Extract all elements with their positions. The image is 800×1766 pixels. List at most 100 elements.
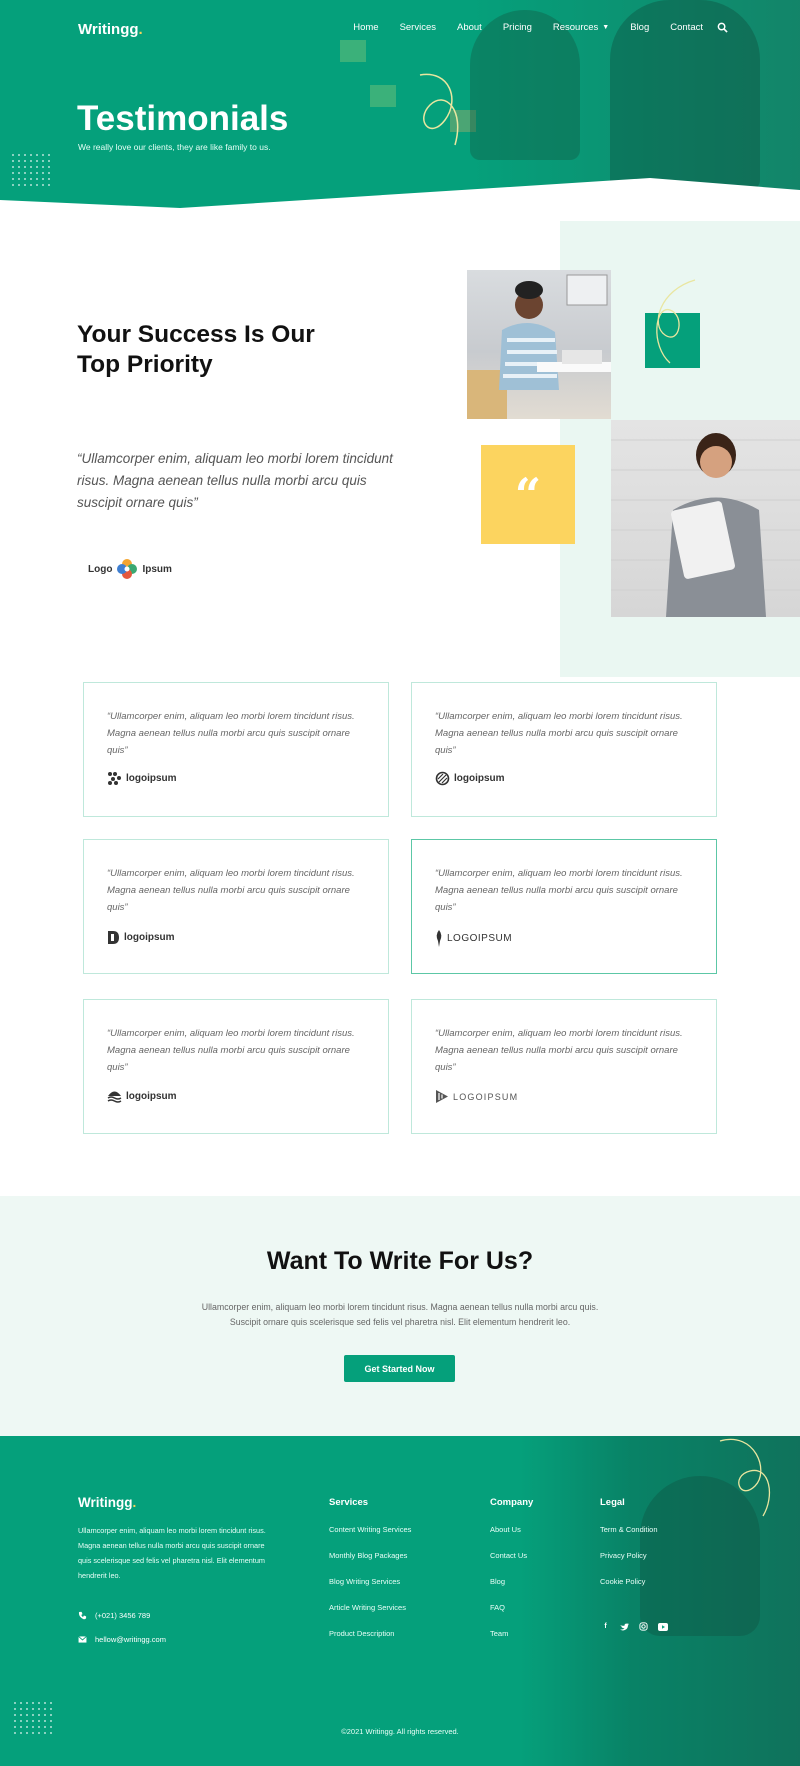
client-logo-right-text: Ipsum xyxy=(142,563,172,575)
testimonial-logo: logoipsum xyxy=(107,771,177,786)
testimonial-logo: logoipsum xyxy=(107,930,175,945)
footer-link[interactable]: Contact Us xyxy=(490,1551,533,1560)
success-heading: Your Success Is Our Top Priority xyxy=(77,320,377,380)
testimonial-logo: logoipsum xyxy=(107,1090,177,1103)
testimonial-card: “Ullamcorper enim, aliquam leo morbi lor… xyxy=(411,839,717,974)
testimonial-logo: logoipsum xyxy=(435,771,505,786)
swirl-decoration xyxy=(656,279,696,364)
testimonial-text: “Ullamcorper enim, aliquam leo morbi lor… xyxy=(107,868,355,913)
nav-blog[interactable]: Blog xyxy=(630,22,649,33)
footer-link[interactable]: Blog Writing Services xyxy=(329,1577,411,1586)
footer-description: Ullamcorper enim, aliquam leo morbi lore… xyxy=(78,1526,266,1580)
nav-services[interactable]: Services xyxy=(400,22,436,33)
footer-link[interactable]: Monthly Blog Packages xyxy=(329,1551,411,1560)
footer-phone[interactable]: (+021) 3456 789 xyxy=(78,1611,150,1620)
testimonial-logo: LOGOIPSUM xyxy=(435,930,512,947)
footer-column-title: Legal xyxy=(600,1497,625,1508)
woman-standing-illustration xyxy=(611,433,800,617)
nav-resources-label: Resources xyxy=(552,22,599,33)
instagram-icon[interactable] xyxy=(638,1621,649,1632)
logo-label: logoipsum xyxy=(454,773,505,784)
twitter-icon[interactable] xyxy=(619,1621,630,1632)
page-subtitle: We really love our clients, they are lik… xyxy=(78,142,271,152)
footer-link[interactable]: Product Description xyxy=(329,1629,411,1638)
footer-link[interactable]: About Us xyxy=(490,1525,533,1534)
cta-description: Ullamcorper enim, aliquam leo morbi lore… xyxy=(201,1302,599,1327)
logo-dot: . xyxy=(138,21,143,38)
footer-logo[interactable]: Writingg. xyxy=(78,1495,136,1510)
footer-link[interactable]: FAQ xyxy=(490,1603,533,1612)
mail-icon xyxy=(78,1636,87,1643)
photo-woman-standing xyxy=(611,420,800,617)
flower-icon xyxy=(117,559,138,579)
dots-grid-icon xyxy=(108,772,121,785)
footer-link[interactable]: Blog xyxy=(490,1577,533,1586)
quote-mark-box: “ xyxy=(481,445,575,544)
testimonial-card: “Ullamcorper enim, aliquam leo morbi lor… xyxy=(83,839,389,974)
nav-about[interactable]: About xyxy=(457,22,482,33)
search-icon[interactable] xyxy=(717,22,728,33)
footer-legal-column: Legal Term & Condition Privacy Policy Co… xyxy=(600,1497,658,1603)
logo-label: logoipsum xyxy=(124,932,175,943)
testimonial-logo: LOGOIPSUM xyxy=(435,1089,518,1104)
client-logo: Logo Ipsum xyxy=(88,558,172,580)
footer-column-title: Services xyxy=(329,1497,369,1508)
footer-services-column: Services Content Writing Services Monthl… xyxy=(329,1497,411,1655)
footer-link[interactable]: Cookie Policy xyxy=(600,1577,658,1586)
footer-column-title: Company xyxy=(490,1497,534,1508)
footer-email[interactable]: hellow@writingg.com xyxy=(78,1635,166,1644)
cta-heading: Want To Write For Us? xyxy=(266,1247,534,1275)
testimonial-card: “Ullamcorper enim, aliquam leo morbi lor… xyxy=(411,682,717,817)
testimonial-text: “Ullamcorper enim, aliquam leo morbi lor… xyxy=(107,711,355,756)
photo-woman-laptop xyxy=(467,270,611,419)
logo-dot: . xyxy=(132,1495,137,1510)
swirl-decoration xyxy=(419,73,459,146)
testimonial-text: “Ullamcorper enim, aliquam leo morbi lor… xyxy=(107,1028,355,1073)
footer-link[interactable]: Term & Condition xyxy=(600,1525,658,1534)
testimonial-text: “Ullamcorper enim, aliquam leo morbi lor… xyxy=(435,711,683,756)
striped-circle-icon xyxy=(435,771,450,786)
nav-contact[interactable]: Contact xyxy=(670,22,703,33)
logo-text: Writingg xyxy=(78,21,139,38)
testimonial-card: “Ullamcorper enim, aliquam leo morbi lor… xyxy=(83,999,389,1134)
testimonial-text: “Ullamcorper enim, aliquam leo morbi lor… xyxy=(435,868,683,913)
main-nav: Home Services About Pricing Resources ▼ B… xyxy=(332,22,728,33)
footer-link[interactable]: Article Writing Services xyxy=(329,1603,411,1612)
woman-laptop-illustration xyxy=(467,274,611,419)
sticky-note xyxy=(340,40,366,62)
get-started-button[interactable]: Get Started Now xyxy=(344,1355,455,1382)
footer-company-column: Company About Us Contact Us Blog FAQ Tea… xyxy=(490,1497,533,1655)
logo-text: Writingg xyxy=(78,1495,133,1510)
youtube-icon[interactable] xyxy=(657,1621,668,1632)
waves-icon xyxy=(107,1091,122,1103)
facebook-icon[interactable]: f xyxy=(600,1621,611,1632)
nav-resources[interactable]: Resources ▼ xyxy=(553,22,609,33)
swirl-decoration xyxy=(719,1438,771,1517)
feather-icon xyxy=(436,930,442,947)
social-links: f xyxy=(600,1621,668,1632)
testimonial-card: “Ullamcorper enim, aliquam leo morbi lor… xyxy=(411,999,717,1134)
logo-label: LOGOIPSUM xyxy=(453,1091,519,1102)
logo-label: logoipsum xyxy=(126,773,177,784)
nav-pricing[interactable]: Pricing xyxy=(503,22,532,33)
phone-icon xyxy=(78,1611,87,1620)
logo-label: logoipsum xyxy=(126,1091,177,1102)
testimonial-text: “Ullamcorper enim, aliquam leo morbi lor… xyxy=(435,1028,683,1073)
quote-icon: “ xyxy=(514,467,542,522)
footer-link[interactable]: Team xyxy=(490,1629,533,1638)
footer-link[interactable]: Content Writing Services xyxy=(329,1525,411,1534)
play-stack-icon xyxy=(436,1090,448,1103)
page-title: Testimonials xyxy=(77,99,289,138)
site-logo[interactable]: Writingg. xyxy=(78,21,143,38)
chevron-down-icon: ▼ xyxy=(602,24,610,31)
footer-link[interactable]: Privacy Policy xyxy=(600,1551,658,1560)
d-shape-icon xyxy=(108,931,119,944)
client-logo-left-text: Logo xyxy=(88,563,113,575)
logo-label: LOGOIPSUM xyxy=(447,933,513,944)
copyright: ©2021 Writingg. All rights reserved. xyxy=(341,1727,459,1736)
featured-quote: “Ullamcorper enim, aliquam leo morbi lor… xyxy=(77,451,393,510)
nav-home[interactable]: Home xyxy=(353,22,378,33)
testimonial-card: “Ullamcorper enim, aliquam leo morbi lor… xyxy=(83,682,389,817)
phone-number: (+021) 3456 789 xyxy=(95,1611,151,1620)
success-heading-line2: Top Priority xyxy=(77,351,213,378)
